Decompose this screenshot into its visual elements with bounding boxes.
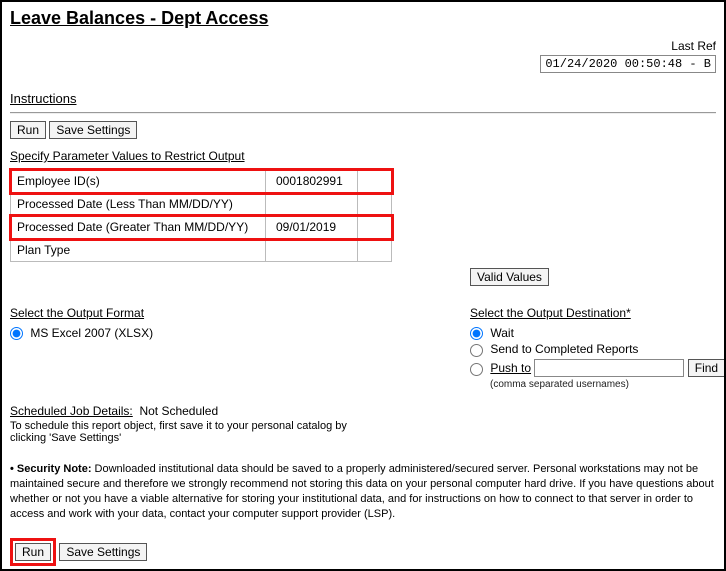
valid-values-button[interactable]: Valid Values [470,268,549,286]
instructions-link[interactable]: Instructions [10,91,716,106]
dest-pushto-radio[interactable] [470,363,483,376]
plan-type-input[interactable] [272,241,351,259]
refresh-timestamp: 01/24/2020 00:50:48 - B [540,55,716,73]
processed-less-input[interactable] [272,195,351,213]
output-destination-header: Select the Output Destination* [470,306,725,320]
find-button[interactable]: Find [688,359,725,377]
employee-id-input[interactable] [272,172,351,190]
processed-greater-extra[interactable] [358,216,392,239]
divider [10,112,716,113]
pushto-input[interactable] [534,359,684,377]
page-title: Leave Balances - Dept Access [10,8,716,29]
last-refresh-label: Last Ref [10,39,716,53]
scheduled-header: Scheduled Job Details: [10,404,133,418]
output-format-header: Select the Output Format [10,306,310,320]
security-note-text: Downloaded institutional data should be … [10,463,714,520]
processed-greater-label: Processed Date (Greater Than MM/DD/YY) [11,216,266,239]
parameters-table: Employee ID(s) Processed Date (Less Than… [10,169,392,262]
save-settings-button-bottom[interactable]: Save Settings [59,543,147,561]
scheduled-status: Not Scheduled [136,404,218,418]
dest-pushto-option[interactable]: Push to [470,361,531,375]
plan-type-label: Plan Type [11,239,266,262]
processed-greater-input[interactable] [272,218,351,236]
security-note-label: Security Note: [10,463,92,475]
employee-id-extra[interactable] [358,170,392,193]
dest-wait-radio[interactable] [470,327,483,340]
scheduled-description: To schedule this report object, first sa… [10,420,350,444]
dest-wait-label: Wait [490,326,514,340]
dest-wait-option[interactable]: Wait [470,326,514,340]
security-note: Security Note: Downloaded institutional … [10,462,716,521]
dest-completed-radio[interactable] [470,344,483,357]
dest-pushto-label: Push to [490,361,531,375]
output-format-option-label: MS Excel 2007 (XLSX) [30,326,153,340]
output-format-radio-xlsx[interactable] [10,327,23,340]
plan-type-extra[interactable] [358,239,392,262]
save-settings-button-top[interactable]: Save Settings [49,121,137,139]
processed-less-extra[interactable] [358,193,392,216]
processed-less-label: Processed Date (Less Than MM/DD/YY) [11,193,266,216]
parameters-header: Specify Parameter Values to Restrict Out… [10,149,716,163]
run-button-bottom[interactable]: Run [15,543,51,561]
run-button-top[interactable]: Run [10,121,46,139]
dest-completed-option[interactable]: Send to Completed Reports [470,342,638,356]
output-format-option[interactable]: MS Excel 2007 (XLSX) [10,326,153,340]
run-button-highlight: Run [10,538,56,566]
pushto-note: (comma separated usernames) [490,379,725,390]
employee-id-label: Employee ID(s) [11,170,266,193]
dest-completed-label: Send to Completed Reports [490,342,638,356]
